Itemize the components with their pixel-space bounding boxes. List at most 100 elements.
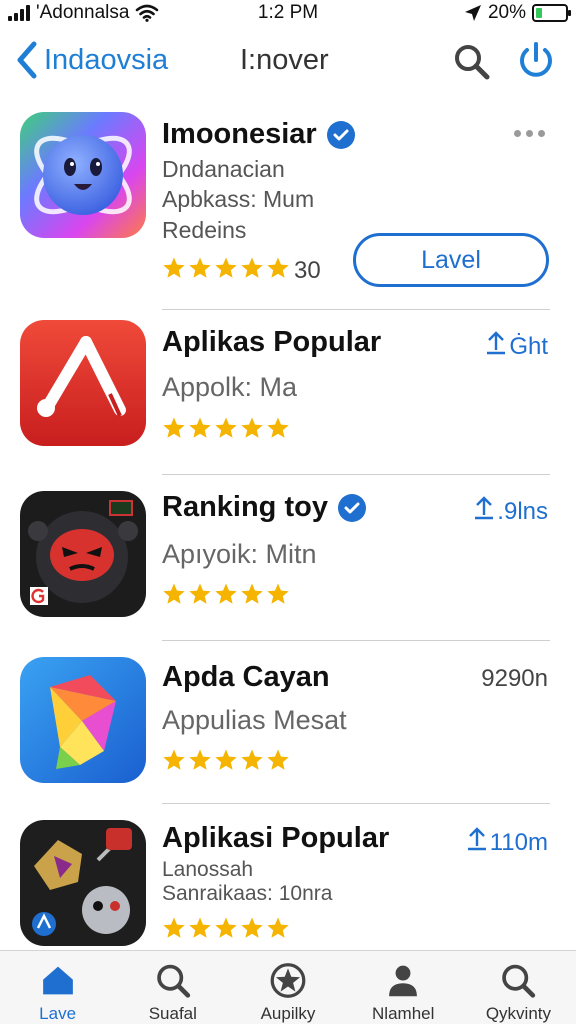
tool-icon — [20, 320, 146, 446]
search-icon — [157, 964, 190, 998]
get-button[interactable]: Lavel — [353, 233, 549, 287]
star-icon — [188, 416, 212, 445]
download-size-text: 110m — [489, 828, 548, 856]
star-icon — [266, 748, 290, 777]
app-category: Sanraikaas: 10nra — [162, 882, 333, 905]
tab-label: Aupilky — [260, 1004, 316, 1023]
star-icon — [162, 416, 186, 445]
app-name-text: Imoonesiar — [162, 118, 317, 150]
download-size[interactable]: 9290n — [481, 665, 548, 693]
tab-label: Qykvinty — [485, 1004, 551, 1023]
rating-stars: 30 — [162, 256, 321, 285]
person-icon — [389, 965, 418, 997]
star-icon — [162, 256, 186, 285]
search-icon — [502, 964, 536, 998]
download-size-text: Ġht — [509, 332, 548, 360]
list-item[interactable]: Aplikas Popular Ġht Appolk: Ma — [0, 310, 576, 475]
bomb-character-icon — [20, 491, 146, 617]
location-arrow-icon — [464, 5, 481, 21]
tab-label: Suafal — [148, 1004, 197, 1023]
chevron-left-icon — [17, 41, 37, 79]
home-icon — [42, 966, 73, 995]
app-icon-ranking-toy[interactable] — [20, 491, 146, 617]
rating-count: 30 — [294, 256, 321, 284]
star-icon — [266, 416, 290, 445]
download-icon — [485, 330, 507, 363]
rating-stars — [162, 582, 290, 611]
star-icon — [240, 916, 264, 945]
app-icon-apda-cayan[interactable] — [20, 657, 146, 783]
list-item[interactable]: Ranking toy .9lns Apıyoik: Mitn — [0, 475, 576, 641]
tab-search-2[interactable]: Qykvinty — [461, 951, 576, 1024]
tab-search[interactable]: Suafal — [115, 951, 230, 1024]
download-icon — [473, 495, 495, 528]
tab-label: Nlamhel — [372, 1004, 435, 1023]
rating-stars — [162, 416, 290, 445]
app-name[interactable]: Aplikasi Popular — [162, 822, 389, 855]
verified-badge-icon — [337, 493, 366, 522]
app-name[interactable]: Apda Cayan — [162, 661, 330, 694]
battery-percent: 20% — [487, 2, 526, 23]
back-label: Indaovsia — [44, 43, 169, 76]
verified-badge-icon — [326, 120, 355, 149]
list-item[interactable]: Imoonesiar Dndanacian Apbkass: Mum Redei… — [0, 96, 576, 310]
star-icon — [214, 256, 238, 285]
star-icon — [188, 748, 212, 777]
star-icon — [214, 748, 238, 777]
tab-label: Lave — [39, 1004, 77, 1023]
star-icon — [214, 416, 238, 445]
battery-icon — [532, 4, 571, 22]
app-category: Apbkass: Mum — [162, 186, 315, 212]
app-subtitle: Lanossah — [162, 858, 254, 881]
nav-bar: Indaovsia I:nover — [0, 34, 576, 90]
tab-profile[interactable]: Nlamhel — [346, 951, 461, 1024]
page-title: I:nover — [240, 44, 329, 76]
star-icon — [162, 916, 186, 945]
app-category: Apıyoik: Mitn — [162, 539, 317, 569]
app-detail: Redeins — [162, 217, 247, 243]
power-icon[interactable] — [516, 40, 556, 82]
status-right: 20% — [464, 0, 571, 26]
star-icon — [188, 582, 212, 611]
app-name-text: Ranking toy — [162, 491, 328, 523]
download-size[interactable]: Ġht — [485, 330, 548, 363]
app-category: Appolk: Ma — [162, 372, 298, 402]
more-options-icon[interactable] — [514, 130, 545, 137]
star-icon — [240, 582, 264, 611]
download-size[interactable]: .9lns — [473, 495, 548, 528]
status-bar: 'Adonnalsa 1:2 PM 20% — [0, 0, 576, 26]
app-icon-imoonesiar[interactable] — [20, 112, 146, 238]
download-size[interactable]: 110m — [466, 826, 548, 859]
app-subtitle: Dndanacian — [162, 156, 285, 182]
battery-fill — [536, 8, 542, 18]
back-button[interactable]: Indaovsia — [14, 40, 168, 80]
app-name[interactable]: Aplikas Popular — [162, 326, 381, 359]
tab-home[interactable]: Lave — [0, 951, 115, 1024]
origami-icon — [20, 657, 146, 783]
star-icon — [240, 256, 264, 285]
star-icon — [214, 916, 238, 945]
app-icon-aplikasi-popular[interactable] — [20, 820, 146, 946]
list-item[interactable]: Aplikasi Popular 110m Lanossah Sanraikaa… — [0, 804, 576, 950]
star-icon — [266, 916, 290, 945]
app-name[interactable]: Imoonesiar — [162, 118, 355, 151]
star-icon — [240, 748, 264, 777]
rating-stars — [162, 748, 290, 777]
rating-stars — [162, 916, 290, 945]
star-icon — [266, 582, 290, 611]
app-name[interactable]: Ranking toy — [162, 491, 366, 524]
tab-bar: Lave Suafal Aupilky Nlamhel Qykvinty — [0, 950, 576, 1024]
star-icon — [162, 748, 186, 777]
star-icon — [266, 256, 290, 285]
tab-apps[interactable]: Aupilky — [230, 951, 345, 1024]
star-icon — [240, 416, 264, 445]
download-size-text: .9lns — [497, 497, 548, 525]
download-icon — [466, 826, 488, 859]
star-icon — [188, 256, 212, 285]
app-category: Appulias Mesat — [162, 705, 347, 735]
app-icon-aplikas-popular[interactable] — [20, 320, 146, 446]
list-item[interactable]: Apda Cayan 9290n Appulias Mesat — [0, 641, 576, 804]
star-icon — [188, 916, 212, 945]
search-icon[interactable] — [452, 42, 492, 82]
star-icon — [214, 582, 238, 611]
